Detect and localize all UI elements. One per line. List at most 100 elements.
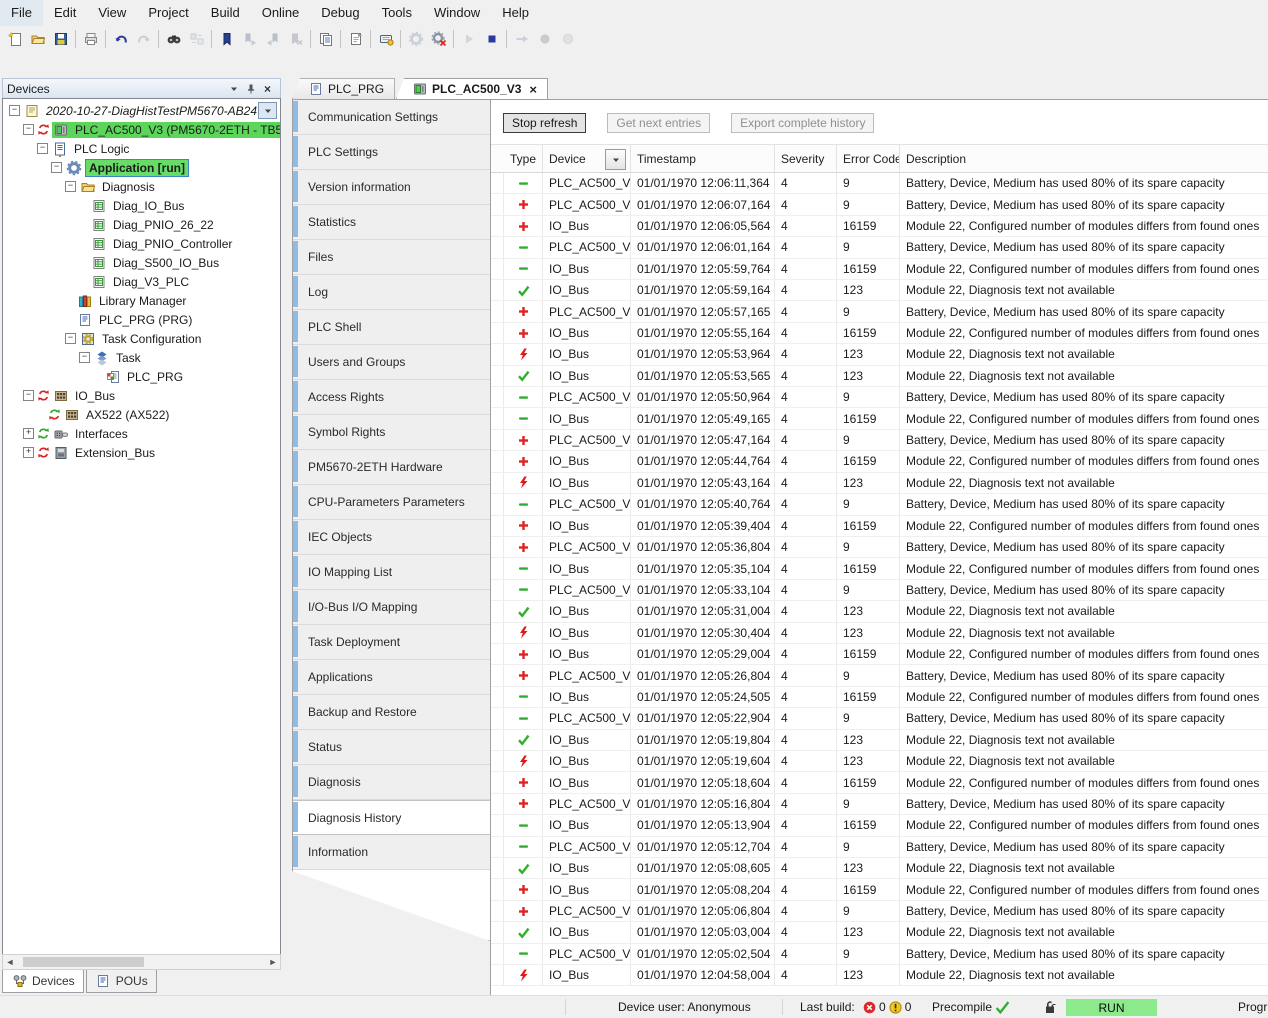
tree-item-plc-prg-prg[interactable]: PLC_PRG (PRG) — [3, 310, 280, 329]
run-icon[interactable] — [457, 28, 480, 50]
editor-tab-plc-ac500-v3[interactable]: PLC_AC500_V3× — [396, 78, 548, 99]
undo-icon[interactable] — [109, 28, 132, 50]
table-row[interactable]: IO_Bus01/01/1970 12:05:44,764416159Modul… — [491, 451, 1268, 472]
table-row[interactable]: IO_Bus01/01/1970 12:05:53,9644123Module … — [491, 344, 1268, 365]
table-row[interactable]: IO_Bus01/01/1970 12:05:49,165416159Modul… — [491, 408, 1268, 429]
expander-minus-icon[interactable]: − — [9, 105, 20, 116]
table-row[interactable]: PLC_AC500_V301/01/1970 12:05:02,50449Bat… — [491, 944, 1268, 965]
tree-item-diag-io-bus[interactable]: Diag_IO_Bus — [3, 196, 280, 215]
category-iec-objects[interactable]: IEC Objects — [293, 520, 490, 555]
tree-item-extension-bus[interactable]: +Extension_Bus — [3, 443, 280, 462]
category-users-and-groups[interactable]: Users and Groups — [293, 345, 490, 380]
project-dropdown-button[interactable] — [258, 102, 277, 119]
expander-minus-icon[interactable]: − — [23, 124, 34, 135]
new-file-icon[interactable] — [3, 28, 26, 50]
table-row[interactable]: IO_Bus01/01/1970 12:05:31,0044123Module … — [491, 601, 1268, 622]
table-row[interactable]: PLC_AC500_V301/01/1970 12:06:11,36449Bat… — [491, 173, 1268, 194]
table-row[interactable]: IO_Bus01/01/1970 12:05:24,505416159Modul… — [491, 687, 1268, 708]
column-header-error-code[interactable]: Error Code — [837, 145, 900, 172]
tree-item-2020-10-27-diaghisttestpm5670-ab24[interactable]: −2020-10-27-DiagHistTestPM5670-AB24 — [3, 101, 280, 120]
save-icon[interactable] — [49, 28, 72, 50]
tree-item-task-configuration[interactable]: −Task Configuration — [3, 329, 280, 348]
open-file-icon[interactable] — [26, 28, 49, 50]
table-row[interactable]: PLC_AC500_V301/01/1970 12:05:16,80449Bat… — [491, 794, 1268, 815]
category-information[interactable]: Information — [293, 835, 490, 870]
column-header-severity[interactable]: Severity — [775, 145, 837, 172]
table-row[interactable]: IO_Bus01/01/1970 12:05:59,764416159Modul… — [491, 259, 1268, 280]
table-row[interactable]: IO_Bus01/01/1970 12:05:19,6044123Module … — [491, 751, 1268, 772]
category-plc-shell[interactable]: PLC Shell — [293, 310, 490, 345]
category-symbol-rights[interactable]: Symbol Rights — [293, 415, 490, 450]
expander-minus-icon[interactable]: − — [51, 162, 62, 173]
table-row[interactable]: IO_Bus01/01/1970 12:05:43,1644123Module … — [491, 473, 1268, 494]
tree-item-diagnosis[interactable]: −Diagnosis — [3, 177, 280, 196]
category-diagnosis-history[interactable]: Diagnosis History — [293, 800, 490, 835]
build-icon[interactable] — [374, 28, 397, 50]
tree-item-interfaces[interactable]: +Interfaces — [3, 424, 280, 443]
breakpoint-icon[interactable] — [533, 28, 556, 50]
menu-item-window[interactable]: Window — [423, 0, 491, 26]
menu-item-online[interactable]: Online — [251, 0, 311, 26]
tree-item-plc-ac500-v3-pm5670-2eth-tb5610-2[interactable]: −PLC_AC500_V3 (PM5670-2ETH - TB5610-2 — [3, 120, 280, 139]
tree-item-plc-prg[interactable]: PLC_PRG — [3, 367, 280, 386]
print-icon[interactable] — [79, 28, 102, 50]
category-files[interactable]: Files — [293, 240, 490, 275]
expander-plus-icon[interactable]: + — [23, 428, 34, 439]
table-row[interactable]: PLC_AC500_V301/01/1970 12:05:26,80449Bat… — [491, 665, 1268, 686]
category-statistics[interactable]: Statistics — [293, 205, 490, 240]
category-communication-settings[interactable]: Communication Settings — [293, 100, 490, 135]
table-row[interactable]: PLC_AC500_V301/01/1970 12:05:22,90449Bat… — [491, 708, 1268, 729]
menu-item-file[interactable]: File — [0, 0, 43, 26]
editor-tab-plc-prg[interactable]: PLC_PRG — [292, 78, 395, 99]
tree-item-diag-s500-io-bus[interactable]: Diag_S500_IO_Bus — [3, 253, 280, 272]
table-row[interactable]: IO_Bus01/01/1970 12:05:13,904416159Modul… — [491, 815, 1268, 836]
table-row[interactable]: IO_Bus01/01/1970 12:05:30,4044123Module … — [491, 623, 1268, 644]
category-applications[interactable]: Applications — [293, 660, 490, 695]
table-row[interactable]: IO_Bus01/01/1970 12:04:58,0044123Module … — [491, 965, 1268, 986]
table-row[interactable]: IO_Bus01/01/1970 12:05:59,1644123Module … — [491, 280, 1268, 301]
export-complete-history-button[interactable]: Export complete history — [731, 113, 874, 133]
expander-minus-icon[interactable]: − — [23, 390, 34, 401]
category-status[interactable]: Status — [293, 730, 490, 765]
bookmark-clear-icon[interactable] — [284, 28, 307, 50]
login-icon[interactable] — [404, 28, 427, 50]
tree-item-task[interactable]: −Task — [3, 348, 280, 367]
chevron-down-icon[interactable] — [225, 82, 242, 97]
panel-tab-devices[interactable]: Devices — [2, 970, 84, 993]
tree-item-diag-pnio-26-22[interactable]: Diag_PNIO_26_22 — [3, 215, 280, 234]
panel-tab-pous[interactable]: POUs — [86, 970, 157, 993]
table-row[interactable]: PLC_AC500_V301/01/1970 12:05:36,80449Bat… — [491, 537, 1268, 558]
paste-icon[interactable] — [344, 28, 367, 50]
menu-item-help[interactable]: Help — [491, 0, 540, 26]
menu-item-view[interactable]: View — [87, 0, 137, 26]
bookmark-next-icon[interactable] — [238, 28, 261, 50]
category-plc-settings[interactable]: PLC Settings — [293, 135, 490, 170]
category-pm5670-2eth-hardware[interactable]: PM5670-2ETH Hardware — [293, 450, 490, 485]
category-diagnosis[interactable]: Diagnosis — [293, 765, 490, 800]
tree-item-diag-pnio-controller[interactable]: Diag_PNIO_Controller — [3, 234, 280, 253]
stop-icon[interactable] — [480, 28, 503, 50]
stop-refresh-button[interactable]: Stop refresh — [503, 113, 586, 133]
table-row[interactable]: IO_Bus01/01/1970 12:05:08,204416159Modul… — [491, 879, 1268, 900]
scroll-left-icon[interactable]: ◄ — [3, 956, 17, 968]
table-row[interactable]: PLC_AC500_V301/01/1970 12:05:57,16549Bat… — [491, 301, 1268, 322]
table-row[interactable]: IO_Bus01/01/1970 12:05:03,0044123Module … — [491, 922, 1268, 943]
table-row[interactable]: IO_Bus01/01/1970 12:06:05,564416159Modul… — [491, 216, 1268, 237]
menu-item-build[interactable]: Build — [200, 0, 251, 26]
expander-minus-icon[interactable]: − — [65, 181, 76, 192]
category-cpu-parameters-parameters[interactable]: CPU-Parameters Parameters — [293, 485, 490, 520]
table-row[interactable]: PLC_AC500_V301/01/1970 12:05:33,10449Bat… — [491, 580, 1268, 601]
table-row[interactable]: IO_Bus01/01/1970 12:05:35,104416159Modul… — [491, 558, 1268, 579]
table-row[interactable]: PLC_AC500_V301/01/1970 12:06:07,16449Bat… — [491, 194, 1268, 215]
find-icon[interactable] — [162, 28, 185, 50]
category-log[interactable]: Log — [293, 275, 490, 310]
copy-icon[interactable] — [314, 28, 337, 50]
table-row[interactable]: PLC_AC500_V301/01/1970 12:05:12,70449Bat… — [491, 837, 1268, 858]
redo-icon[interactable] — [132, 28, 155, 50]
logout-icon[interactable] — [427, 28, 450, 50]
table-row[interactable]: PLC_AC500_V301/01/1970 12:05:47,16449Bat… — [491, 430, 1268, 451]
table-row[interactable]: IO_Bus01/01/1970 12:05:55,164416159Modul… — [491, 323, 1268, 344]
breakpoint-off-icon[interactable] — [556, 28, 579, 50]
menu-item-tools[interactable]: Tools — [371, 0, 423, 26]
tree-item-plc-logic[interactable]: −PLC Logic — [3, 139, 280, 158]
